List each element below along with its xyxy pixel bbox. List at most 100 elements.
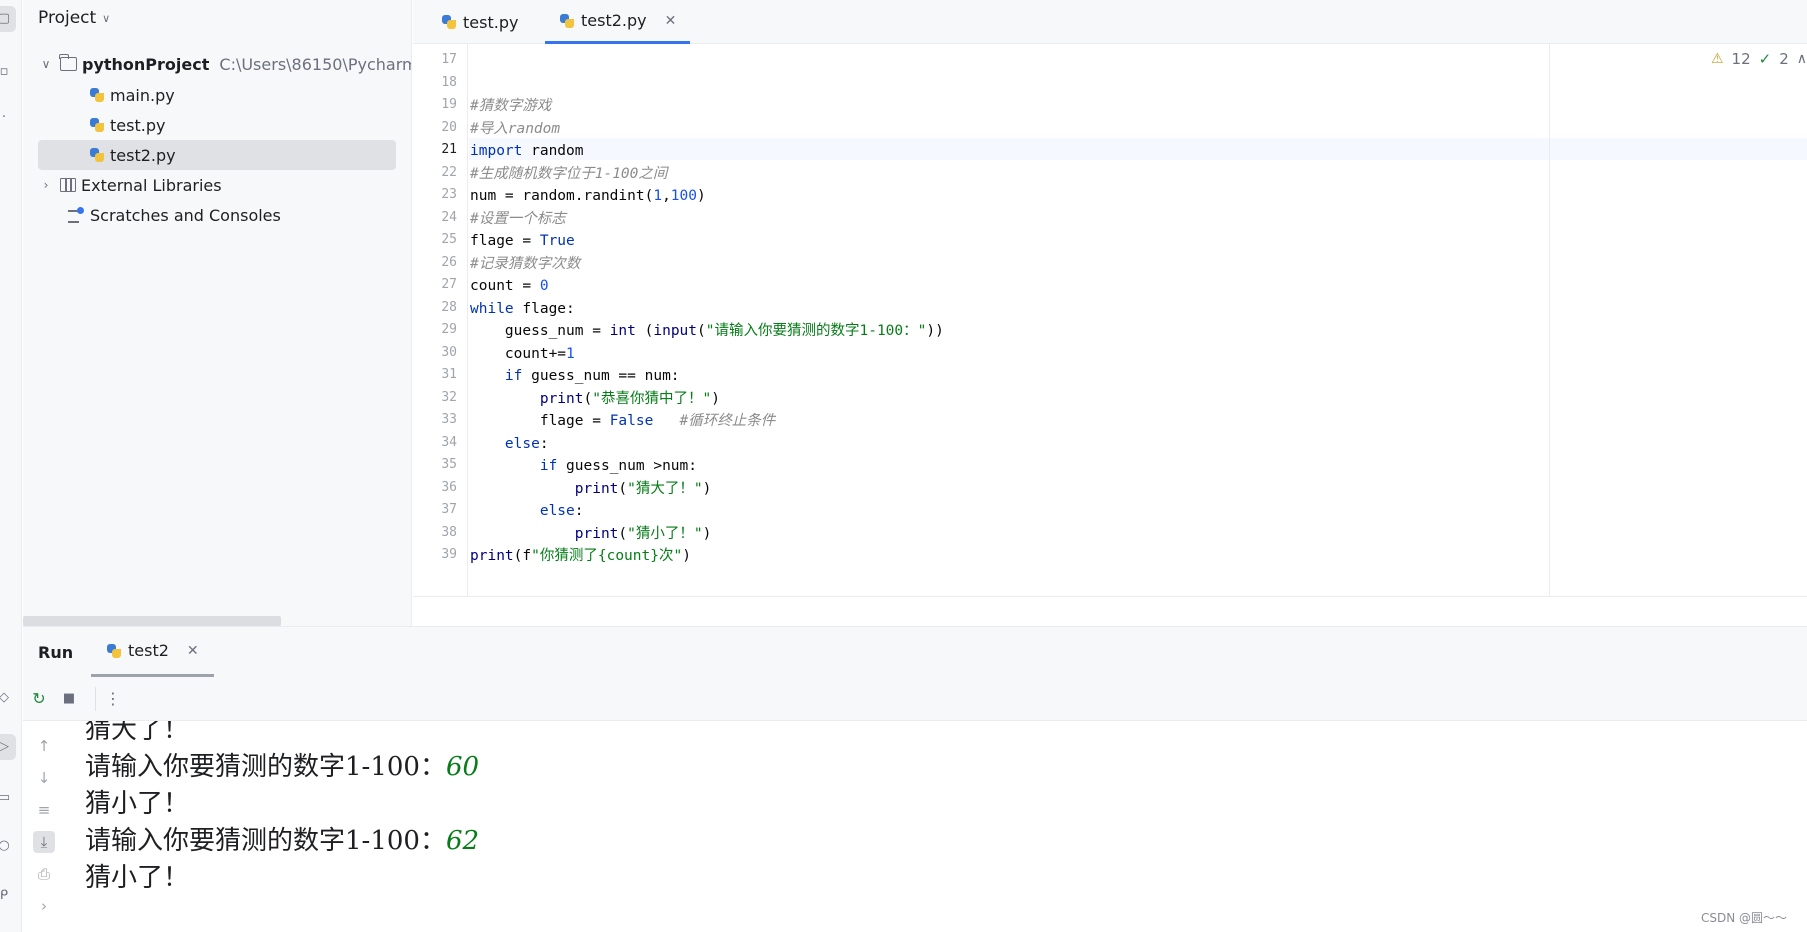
warning-count: 12 — [1731, 50, 1751, 68]
code-line[interactable]: #记录猜数字次数 — [470, 253, 580, 275]
code-line[interactable]: #猜数字游戏 — [470, 95, 551, 117]
line-number: 35 — [441, 457, 457, 472]
code-line[interactable]: print("恭喜你猜中了！") — [470, 388, 720, 410]
project-panel: Project ∨ ∨ pythonProject C:\Users\86150… — [23, 0, 412, 626]
tab-test-py[interactable]: test.py — [427, 0, 532, 44]
code-editor[interactable]: 17 18 19 20 21 22 23 24 25 26 27 28 29 30 31 32 33 34 35 36… — [413, 44, 1807, 626]
scroll-up-icon[interactable]: ↑ — [33, 735, 55, 757]
stop-icon[interactable]: ■ — [59, 689, 79, 709]
code-token: flage: — [513, 300, 575, 317]
line-number: 27 — [441, 277, 457, 292]
code-line[interactable]: if guess_num == num: — [470, 365, 680, 387]
line-number: 28 — [441, 299, 457, 315]
code-token: False — [609, 413, 654, 429]
code-line[interactable]: #生成随机数字位于1-100之间 — [470, 163, 667, 185]
code-line[interactable]: else: — [470, 500, 584, 522]
problems-tool-icon[interactable]: ○ — [0, 838, 12, 854]
console-text: 请输入你要猜测的数字1-100： — [85, 752, 446, 782]
run-tool-icon[interactable]: ▷ — [0, 739, 12, 755]
terminal-tool-icon[interactable]: ▭ — [0, 790, 12, 806]
services-tool-icon[interactable]: ◇ — [0, 690, 12, 706]
line-number: 22 — [441, 164, 457, 180]
code-line[interactable]: guess_num = int (input("请输入你要猜测的数字1-100：… — [470, 320, 944, 342]
line-number: 30 — [441, 344, 457, 360]
tree-item-root[interactable]: ∨ pythonProject C:\Users\86150\Pycharm — [38, 49, 411, 79]
tree-item-main-py[interactable]: main.py — [89, 80, 175, 110]
code-line[interactable]: if guess_num >num: — [470, 455, 697, 477]
code-token: guess_num = — [470, 323, 610, 339]
close-icon[interactable]: ✕ — [187, 643, 199, 659]
code-token: while — [470, 300, 514, 317]
code-line[interactable]: #导入random — [470, 118, 560, 140]
code-line[interactable]: import random — [470, 140, 584, 162]
code-token: ( — [618, 525, 628, 542]
tab-test2-py[interactable]: test2.py ✕ — [545, 0, 691, 44]
code-line[interactable]: print("猜大了！") — [470, 478, 712, 500]
tab-label: test2.py — [581, 11, 647, 30]
line-number: 18 — [441, 74, 457, 90]
project-tool-icon[interactable]: ▢ — [0, 11, 12, 27]
line-number: 33 — [441, 412, 457, 427]
code-token: ( — [583, 390, 593, 407]
chevron-down-icon[interactable]: ∨ — [38, 57, 54, 71]
vcs-tool-icon[interactable]: ▫ — [0, 64, 12, 80]
code-token: print — [539, 390, 584, 407]
git-tool-icon[interactable]: ᑭ — [0, 888, 12, 904]
code-line[interactable]: print("猜小了！") — [470, 523, 712, 545]
run-tab-test2[interactable]: test2 ✕ — [91, 627, 214, 677]
more-tools-icon[interactable]: · — [0, 110, 12, 126]
console-output[interactable]: 猜大了！ 请输入你要猜测的数字1-100：60 猜小了！ 请输入你要猜测的数字1-10… — [85, 721, 1785, 921]
tree-item-scratches[interactable]: Scratches and Consoles — [67, 200, 281, 230]
warning-icon: ⚠ — [1710, 51, 1724, 67]
project-horizontal-scrollbar[interactable] — [23, 616, 281, 626]
chevron-up-icon[interactable]: ∧ — [1797, 51, 1807, 67]
chevron-right-icon[interactable]: › — [33, 895, 55, 917]
code-line[interactable]: while flage: — [470, 298, 575, 320]
code-token: else — [504, 435, 540, 452]
code-token: #设置一个标志 — [470, 210, 566, 227]
code-line[interactable]: count+=1 — [470, 343, 575, 365]
chevron-down-icon[interactable]: ∨ — [102, 12, 110, 25]
scroll-to-end-icon[interactable]: ⤓ — [33, 831, 55, 853]
folder-icon — [59, 54, 77, 71]
code-line[interactable]: #设置一个标志 — [470, 208, 566, 230]
code-token: if — [539, 458, 558, 474]
left-tool-strip: ▢ ▫ · ◇ ▷ ▭ ○ ᑭ — [0, 0, 22, 932]
inspection-widget[interactable]: ⚠ 12 ✓ 2 ∧ — [1711, 50, 1807, 68]
console-text: 猜小了！ — [85, 789, 190, 819]
tree-item-test-py[interactable]: test.py — [89, 110, 165, 140]
line-number: 25 — [441, 232, 457, 247]
python-file-icon — [106, 643, 122, 659]
python-file-icon — [559, 13, 575, 29]
console-line: 猜小了！ — [85, 783, 189, 825]
code-token: if — [504, 368, 523, 384]
line-number: 17 — [441, 52, 457, 67]
line-number: 31 — [441, 367, 457, 382]
code-line[interactable]: flage = True — [470, 230, 575, 252]
more-options-icon[interactable]: ⋮ — [103, 689, 123, 709]
line-number: 38 — [441, 524, 457, 540]
code-token: 100 — [670, 188, 697, 204]
tree-item-test2-py[interactable]: test2.py — [38, 140, 396, 170]
print-icon[interactable]: ⎙ — [33, 863, 55, 885]
close-icon[interactable]: ✕ — [665, 13, 677, 29]
root-name: pythonProject — [82, 54, 210, 74]
project-title: Project — [38, 8, 97, 28]
code-line[interactable]: print(f"你猜测了{count}次") — [470, 545, 691, 567]
project-header[interactable]: Project ∨ — [38, 8, 110, 28]
rerun-icon[interactable]: ↻ — [29, 689, 49, 709]
tree-item-external-libraries[interactable]: › External Libraries — [38, 170, 222, 200]
scroll-down-icon[interactable]: ↓ — [33, 767, 55, 789]
code-token: guess_num == num: — [522, 368, 680, 384]
chevron-right-icon[interactable]: › — [38, 178, 54, 192]
code-line[interactable]: num = random.randint(1,100) — [470, 185, 706, 207]
code-line[interactable]: else: — [470, 433, 549, 455]
code-line[interactable]: flage = False #循环终止条件 — [470, 410, 775, 432]
code-line[interactable]: count = 0 — [470, 275, 549, 297]
line-number: 39 — [441, 547, 457, 562]
soft-wrap-icon[interactable]: ≡ — [33, 799, 55, 821]
